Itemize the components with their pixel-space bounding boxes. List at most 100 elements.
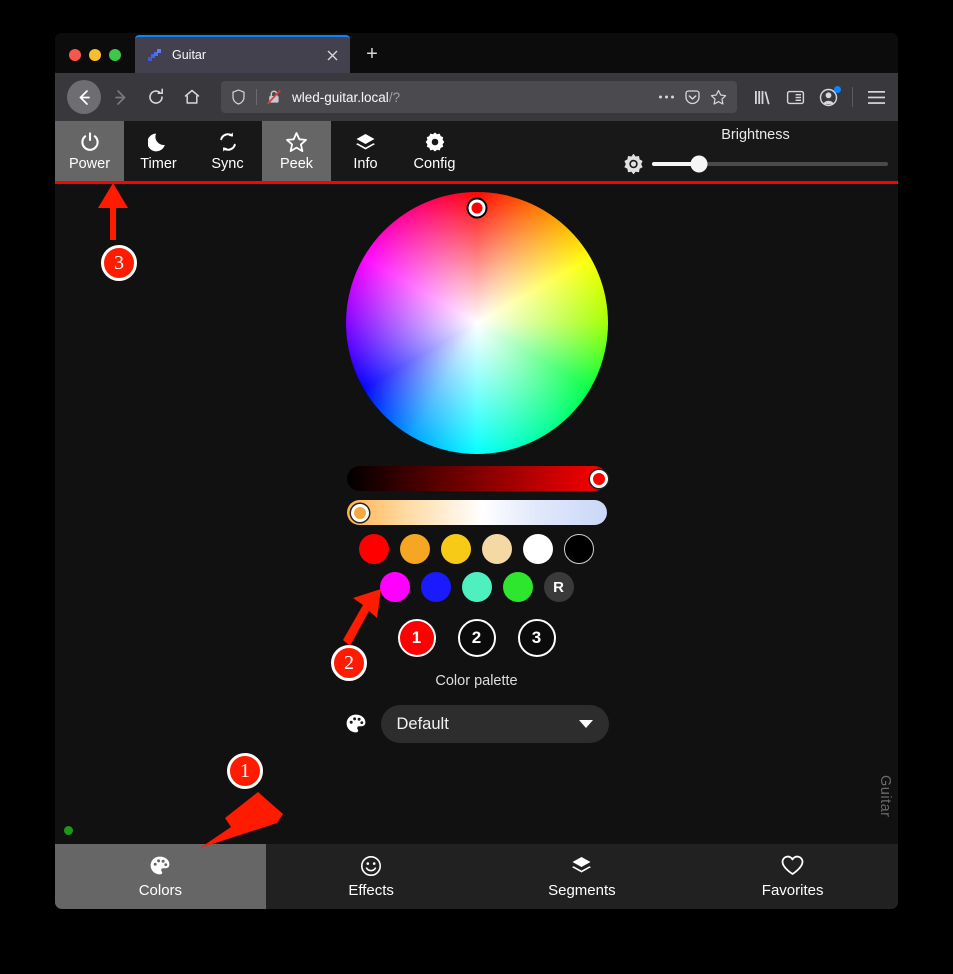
layers-icon bbox=[570, 855, 593, 877]
brightness-icon bbox=[623, 153, 644, 174]
address-bar[interactable]: wled-guitar.local/? bbox=[221, 81, 737, 113]
toolbar-button-timer[interactable]: Timer bbox=[124, 121, 193, 181]
toolbar-label: Config bbox=[413, 156, 456, 172]
quick-color-white[interactable] bbox=[523, 534, 553, 564]
palette-selector-row: Default bbox=[55, 705, 898, 743]
color-wheel-area bbox=[55, 184, 898, 464]
url-host: wled-guitar.local bbox=[292, 89, 389, 105]
palette-icon bbox=[149, 855, 171, 877]
quick-color-blue[interactable] bbox=[420, 572, 451, 602]
brightness-knob[interactable] bbox=[690, 155, 708, 172]
palette-icon bbox=[345, 713, 367, 735]
nav-label: Colors bbox=[138, 881, 183, 899]
toolbar-button-info[interactable]: Info bbox=[331, 121, 400, 181]
new-tab-button[interactable]: + bbox=[356, 38, 388, 70]
color-slot-2[interactable]: 2 bbox=[457, 619, 496, 657]
sync-icon bbox=[217, 130, 239, 154]
toolbar-label: Peek bbox=[279, 156, 314, 172]
color-sliders bbox=[55, 466, 898, 525]
gear-icon bbox=[424, 130, 446, 154]
quick-color-black[interactable] bbox=[564, 534, 594, 564]
sidebar-icon[interactable] bbox=[786, 88, 805, 107]
stairs-icon bbox=[147, 47, 163, 63]
quick-color-magenta[interactable] bbox=[379, 572, 410, 602]
divider bbox=[256, 89, 257, 105]
quick-color-red[interactable] bbox=[359, 534, 389, 564]
quick-colors-row-1 bbox=[55, 534, 898, 564]
temperature-slider-knob[interactable] bbox=[350, 503, 369, 522]
color-palette-section-label: Color palette bbox=[435, 673, 518, 689]
layers-icon bbox=[354, 130, 377, 154]
toolbar-button-config[interactable]: Config bbox=[400, 121, 469, 181]
palette-select[interactable]: Default bbox=[380, 705, 609, 743]
moon-icon bbox=[147, 130, 170, 154]
shield-icon[interactable] bbox=[227, 89, 249, 105]
toolbar-button-sync[interactable]: Sync bbox=[193, 121, 262, 181]
random-color-button[interactable]: R bbox=[543, 572, 574, 602]
brightness-slider-row bbox=[623, 153, 888, 174]
close-window-button[interactable] bbox=[69, 49, 81, 61]
toolbar-label: Power bbox=[68, 156, 111, 172]
chevron-down-icon bbox=[578, 720, 593, 728]
device-name-vertical-label: Guitar bbox=[877, 774, 893, 818]
arrow-left-icon[interactable] bbox=[67, 80, 101, 114]
pocket-icon[interactable] bbox=[684, 89, 701, 106]
nav-label: Favorites bbox=[761, 881, 824, 899]
browser-window: Guitar + wled-guitar.local/? Power Timer… bbox=[55, 33, 898, 909]
maximize-window-button[interactable] bbox=[109, 49, 121, 61]
toolbar-label: Timer bbox=[140, 156, 177, 172]
arrow-right-icon[interactable] bbox=[103, 80, 137, 114]
connection-status-indicator bbox=[64, 826, 73, 835]
value-slider-knob[interactable] bbox=[589, 469, 608, 488]
hamburger-menu-icon[interactable] bbox=[867, 90, 886, 105]
quick-color-green[interactable] bbox=[502, 572, 533, 602]
home-icon[interactable] bbox=[175, 80, 209, 114]
color-wheel-marker[interactable] bbox=[468, 199, 485, 217]
value-slider[interactable] bbox=[346, 466, 608, 491]
toolbar-button-peek[interactable]: Peek bbox=[262, 121, 331, 181]
quick-color-aquamarine[interactable] bbox=[461, 572, 492, 602]
toolbar-label: Sync bbox=[211, 156, 244, 172]
toolbar-right-actions bbox=[753, 85, 886, 107]
brightness-label: Brightness bbox=[721, 127, 790, 143]
divider bbox=[852, 87, 853, 107]
wled-app: Power Timer Sync Peek Info Config Bright… bbox=[55, 121, 898, 909]
lock-broken-icon[interactable] bbox=[264, 89, 284, 105]
wled-top-toolbar: Power Timer Sync Peek Info Config Bright… bbox=[55, 121, 898, 184]
navigation-toolbar: wled-guitar.local/? bbox=[55, 73, 898, 121]
url-path: /? bbox=[388, 89, 401, 105]
screenshot-root: Guitar + wled-guitar.local/? Power Timer… bbox=[0, 0, 953, 974]
toolbar-button-power[interactable]: Power bbox=[55, 121, 124, 181]
star-icon[interactable] bbox=[710, 89, 727, 106]
tab-title: Guitar bbox=[172, 48, 207, 62]
color-slot-buttons: 123 bbox=[55, 619, 898, 657]
nav-item-effects[interactable]: Effects bbox=[266, 844, 477, 909]
ellipsis-icon[interactable] bbox=[658, 94, 675, 100]
heart-icon bbox=[781, 855, 804, 877]
brightness-control: Brightness bbox=[623, 123, 888, 181]
browser-tab[interactable]: Guitar bbox=[135, 35, 350, 73]
color-wheel[interactable] bbox=[345, 192, 608, 454]
close-icon[interactable] bbox=[322, 45, 342, 65]
smiley-icon bbox=[360, 855, 382, 877]
url-text: wled-guitar.local/? bbox=[286, 90, 656, 105]
account-icon[interactable] bbox=[819, 85, 841, 107]
color-slot-3[interactable]: 3 bbox=[517, 619, 556, 657]
nav-item-segments[interactable]: Segments bbox=[477, 844, 688, 909]
minimize-window-button[interactable] bbox=[89, 49, 101, 61]
nav-item-colors[interactable]: Colors bbox=[55, 844, 266, 909]
wled-bottom-nav: Colors Effects Segments Favorites bbox=[55, 844, 898, 909]
power-icon bbox=[79, 130, 101, 154]
brightness-slider[interactable] bbox=[652, 155, 888, 172]
tab-strip: Guitar + bbox=[55, 33, 898, 73]
reload-icon[interactable] bbox=[139, 80, 173, 114]
quick-color-tan[interactable] bbox=[482, 534, 512, 564]
temperature-slider[interactable] bbox=[346, 500, 607, 525]
color-slot-1[interactable]: 1 bbox=[397, 619, 436, 657]
quick-color-orange[interactable] bbox=[400, 534, 430, 564]
library-icon[interactable] bbox=[753, 88, 772, 107]
window-controls bbox=[55, 49, 135, 73]
nav-item-favorites[interactable]: Favorites bbox=[687, 844, 898, 909]
star-icon bbox=[285, 130, 308, 154]
quick-color-gold[interactable] bbox=[441, 534, 471, 564]
